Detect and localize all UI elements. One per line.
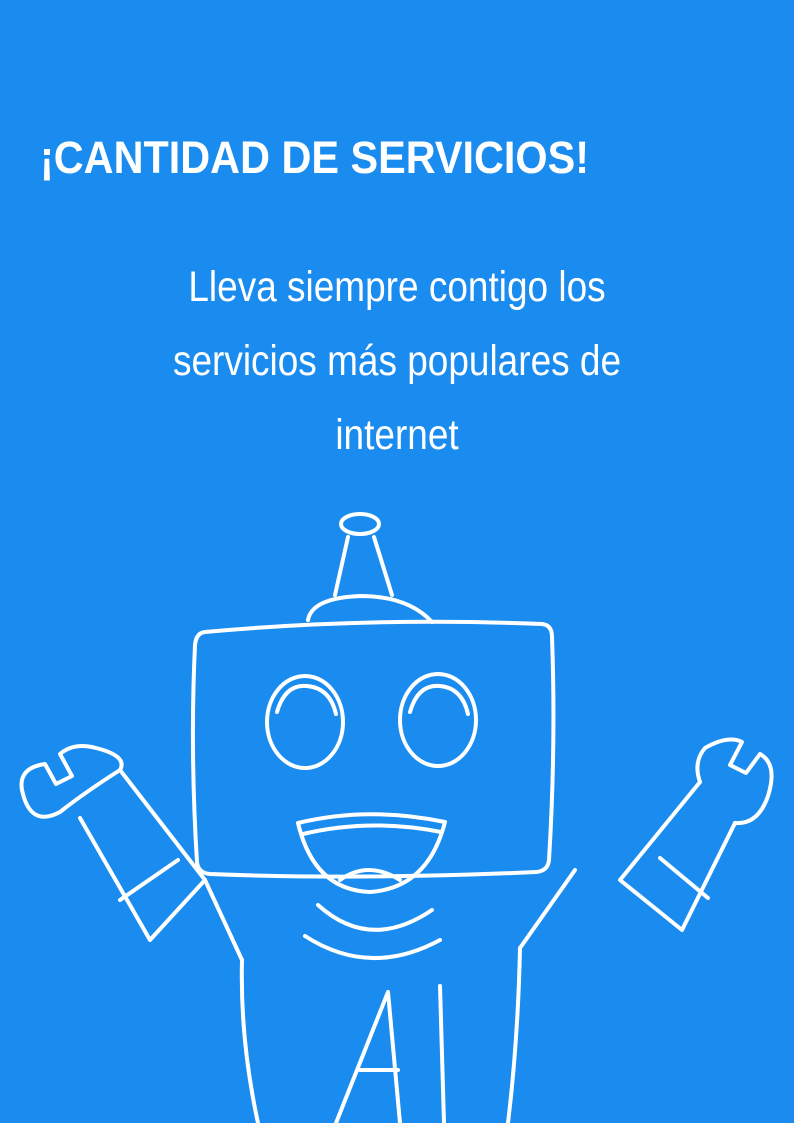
robot-shoulders [203,868,577,962]
robot-right-claw [695,737,774,826]
robot-left-arm [78,768,207,942]
robot-body [239,946,522,1123]
robot-antenna-base [306,594,434,624]
robot-antenna-stem [333,535,394,597]
poster-title: ¡CANTIDAD DE SERVICIOS! [40,132,589,183]
poster-subtitle: Lleva siempre contigo los servicios más … [97,250,697,472]
robot-right-eye-inner [408,683,470,716]
robot-right-arm-band [658,856,710,900]
robot-neck [316,903,434,932]
robot-left-eye-inner [275,683,338,716]
robot-chest-letter-i [438,984,446,1123]
robot-left-arm-band [118,858,180,902]
subtitle-line-3: internet [335,411,459,459]
robot-icon [19,512,774,1123]
subtitle-line-2: servicios más populares de [172,337,622,385]
robot-left-eye-outer [265,674,345,770]
subtitle-line-1: Lleva siempre contigo los [188,263,606,311]
robot-head [190,619,556,879]
robot-teeth [301,823,443,836]
robot-collar [303,934,442,961]
robot-right-arm [618,780,737,932]
robot-left-claw [19,744,124,819]
robot-antenna-knob [339,512,381,536]
robot-chest-letter-a [334,990,402,1123]
